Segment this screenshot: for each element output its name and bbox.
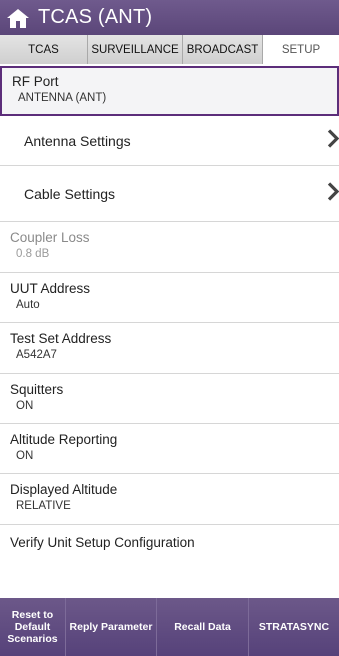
altitude-reporting-row[interactable]: Altitude Reporting ON [0,424,339,474]
antenna-settings-label: Antenna Settings [24,132,131,149]
cable-settings-label: Cable Settings [24,185,116,202]
displayed-altitude-label: Displayed Altitude [10,482,118,497]
verify-unit-label: Verify Unit Setup Configuration [10,535,195,550]
displayed-altitude-row[interactable]: Displayed Altitude RELATIVE [0,474,339,525]
home-icon[interactable] [0,0,36,35]
uut-address-value: Auto [16,299,40,311]
footer-toolbar: Reset to Default Scenarios Reply Paramet… [0,598,339,656]
tab-surveillance[interactable]: SURVEILLANCE [88,35,183,64]
rf-port-label: RF Port [12,74,59,89]
coupler-loss-row[interactable]: Coupler Loss 0.8 dB [0,222,339,273]
squitters-label: Squitters [10,382,64,397]
settings-list: RF Port ANTENNA (ANT) Antenna Settings C… [0,64,339,598]
antenna-settings-row[interactable]: Antenna Settings [0,116,339,166]
rf-port-value: ANTENNA (ANT) [18,92,107,104]
test-set-address-label: Test Set Address [10,331,112,346]
uut-address-row[interactable]: UUT Address Auto [0,273,339,323]
tab-tcas[interactable]: TCAS [0,35,88,64]
recall-data-button[interactable]: Recall Data [157,598,249,656]
test-set-address-row[interactable]: Test Set Address A542A7 [0,323,339,374]
coupler-loss-value: 0.8 dB [16,248,50,260]
stratasync-button[interactable]: STRATASYNC [249,598,339,656]
tab-bar: TCAS SURVEILLANCE BROADCAST SETUP [0,35,339,64]
altitude-reporting-value: ON [16,450,34,462]
cable-settings-row[interactable]: Cable Settings [0,166,339,222]
tab-setup[interactable]: SETUP [263,35,339,64]
uut-address-label: UUT Address [10,281,91,296]
chevron-right-icon [327,181,339,206]
displayed-altitude-value: RELATIVE [16,500,71,512]
squitters-row[interactable]: Squitters ON [0,374,339,424]
title-bar: TCAS (ANT) [0,0,339,35]
verify-unit-row[interactable]: Verify Unit Setup Configuration [0,525,339,565]
coupler-loss-label: Coupler Loss [10,230,90,245]
rf-port-row[interactable]: RF Port ANTENNA (ANT) [0,66,339,116]
squitters-value: ON [16,400,34,412]
test-set-address-value: A542A7 [16,349,57,361]
altitude-reporting-label: Altitude Reporting [10,432,118,447]
reply-parameter-button[interactable]: Reply Parameter [66,598,157,656]
page-title: TCAS (ANT) [38,6,153,28]
reset-to-default-button[interactable]: Reset to Default Scenarios [0,598,66,656]
chevron-right-icon [327,128,339,153]
tab-broadcast[interactable]: BROADCAST [183,35,263,64]
